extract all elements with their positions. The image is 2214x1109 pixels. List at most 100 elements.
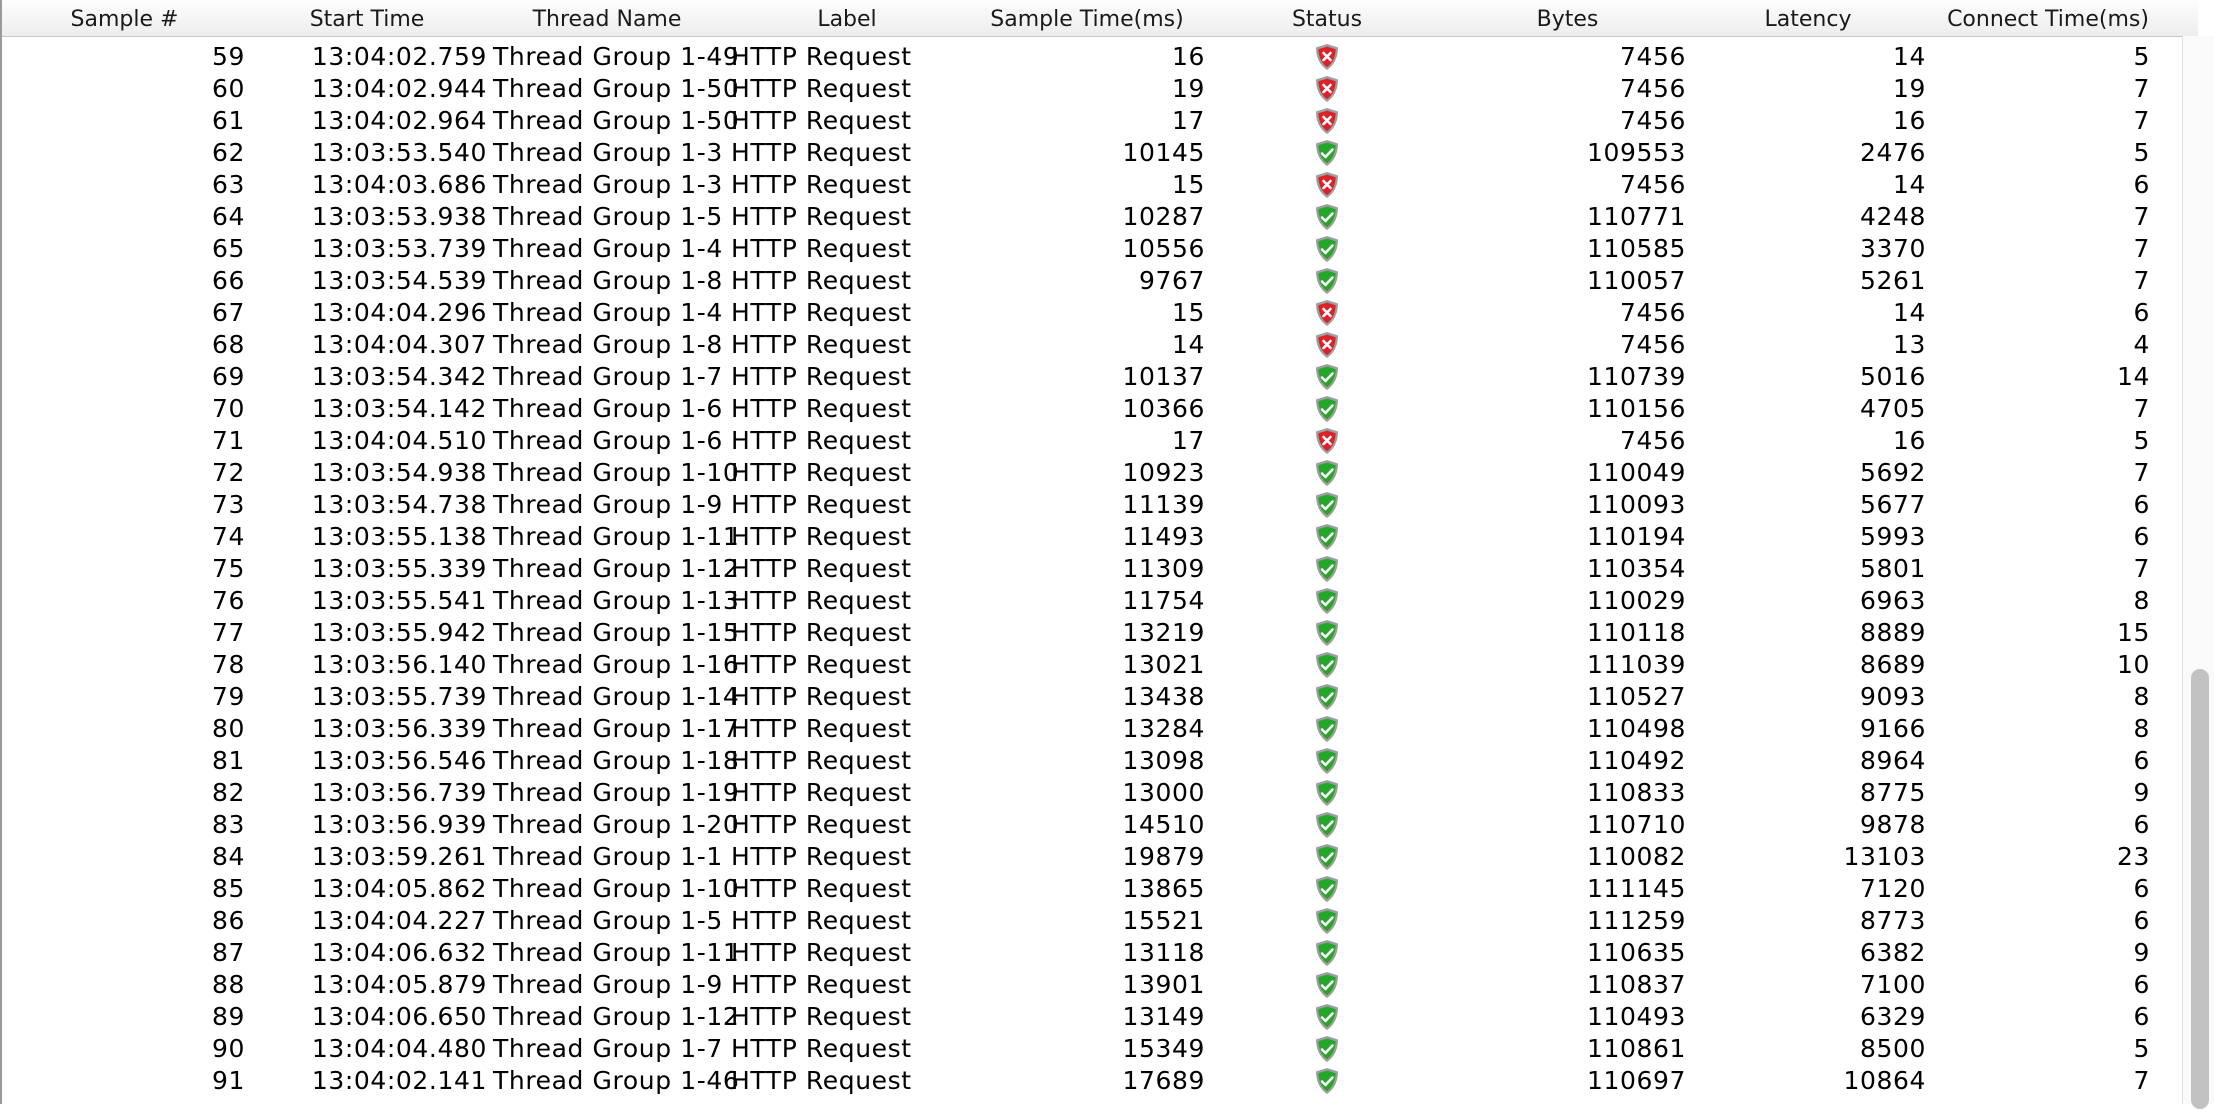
table-row[interactable]: 67 13:04:04.296 Thread Group 1-4 HTTP Reque… xyxy=(2,297,2182,329)
success-shield-icon xyxy=(1314,363,1340,391)
status-cell xyxy=(1207,841,1447,873)
label-cell: HTTP Request xyxy=(731,42,912,71)
table-row[interactable]: 70 13:03:54.142 Thread Group 1-6 HTTP Reque… xyxy=(2,393,2182,425)
table-row[interactable]: 59 13:04:02.759 Thread Group 1-49 HTTP Requ… xyxy=(2,41,2182,73)
table-row[interactable]: 87 13:04:06.632 Thread Group 1-11 HTTP Requ… xyxy=(2,937,2182,969)
status-cell xyxy=(1207,777,1447,809)
scrollbar-thumb[interactable] xyxy=(2191,669,2209,1109)
table-row[interactable]: 76 13:03:55.541 Thread Group 1-13 HTTP Requ… xyxy=(2,585,2182,617)
sample-time-cell: 15 xyxy=(1171,170,1205,199)
column-header-sample[interactable]: Sample # xyxy=(2,0,247,36)
sample-time-cell: 10923 xyxy=(1122,458,1205,487)
status-cell xyxy=(1207,585,1447,617)
table-row[interactable]: 89 13:04:06.650 Thread Group 1-12 HTTP Requ… xyxy=(2,1001,2182,1033)
connect-time-cell: 7 xyxy=(2133,202,2150,231)
table-row[interactable]: 88 13:04:05.879 Thread Group 1-9 HTTP Reque… xyxy=(2,969,2182,1001)
label-cell: HTTP Request xyxy=(731,1066,912,1095)
column-header-status[interactable]: Status xyxy=(1207,0,1447,36)
sample-number-cell: 91 xyxy=(211,1066,245,1095)
table-row[interactable]: 91 13:04:02.141 Thread Group 1-46 HTTP Requ… xyxy=(2,1065,2182,1097)
table-row[interactable]: 63 13:04:03.686 Thread Group 1-3 HTTP Reque… xyxy=(2,169,2182,201)
table-row[interactable]: 73 13:03:54.738 Thread Group 1-9 HTTP Reque… xyxy=(2,489,2182,521)
sample-number-cell: 85 xyxy=(211,874,245,903)
column-header-connect-time[interactable]: Connect Time(ms) xyxy=(1928,0,2168,36)
status-cell xyxy=(1207,1001,1447,1033)
table-row[interactable]: 60 13:04:02.944 Thread Group 1-50 HTTP Requ… xyxy=(2,73,2182,105)
status-cell xyxy=(1207,553,1447,585)
bytes-cell: 110057 xyxy=(1586,266,1686,295)
start-time-cell: 13:03:55.339 xyxy=(311,554,487,583)
label-cell: HTTP Request xyxy=(731,682,912,711)
latency-cell: 16 xyxy=(1892,106,1926,135)
table-row[interactable]: 83 13:03:56.939 Thread Group 1-20 HTTP Requ… xyxy=(2,809,2182,841)
table-row[interactable]: 68 13:04:04.307 Thread Group 1-8 HTTP Reque… xyxy=(2,329,2182,361)
connect-time-cell: 10 xyxy=(2116,650,2150,679)
label-cell: HTTP Request xyxy=(731,746,912,775)
table-row[interactable]: 71 13:04:04.510 Thread Group 1-6 HTTP Reque… xyxy=(2,425,2182,457)
bytes-cell: 110710 xyxy=(1586,810,1686,839)
latency-cell: 16 xyxy=(1892,426,1926,455)
start-time-cell: 13:03:53.739 xyxy=(311,234,487,263)
label-cell: HTTP Request xyxy=(731,298,912,327)
table-row[interactable]: 64 13:03:53.938 Thread Group 1-5 HTTP Reque… xyxy=(2,201,2182,233)
sample-time-cell: 10145 xyxy=(1122,138,1205,167)
column-header-thread-name[interactable]: Thread Name xyxy=(487,0,727,36)
thread-name-cell: Thread Group 1-12 xyxy=(493,1002,740,1031)
table-row[interactable]: 80 13:03:56.339 Thread Group 1-17 HTTP Requ… xyxy=(2,713,2182,745)
connect-time-cell: 8 xyxy=(2133,682,2150,711)
latency-cell: 6963 xyxy=(1859,586,1926,615)
success-shield-icon xyxy=(1314,683,1340,711)
label-cell: HTTP Request xyxy=(731,74,912,103)
table-row[interactable]: 77 13:03:55.942 Thread Group 1-15 HTTP Requ… xyxy=(2,617,2182,649)
table-row[interactable]: 79 13:03:55.739 Thread Group 1-14 HTTP Requ… xyxy=(2,681,2182,713)
table-row[interactable]: 81 13:03:56.546 Thread Group 1-18 HTTP Requ… xyxy=(2,745,2182,777)
column-header-sample-time[interactable]: Sample Time(ms) xyxy=(967,0,1207,36)
column-header-start-time[interactable]: Start Time xyxy=(247,0,487,36)
success-shield-icon xyxy=(1314,235,1340,263)
label-cell: HTTP Request xyxy=(731,362,912,391)
table-row[interactable]: 69 13:03:54.342 Thread Group 1-7 HTTP Reque… xyxy=(2,361,2182,393)
thread-name-cell: Thread Group 1-18 xyxy=(493,746,740,775)
label-cell: HTTP Request xyxy=(731,970,912,999)
bytes-cell: 110082 xyxy=(1586,842,1686,871)
sample-number-cell: 68 xyxy=(211,330,245,359)
start-time-cell: 13:03:56.546 xyxy=(311,746,487,775)
table-row[interactable]: 86 13:04:04.227 Thread Group 1-5 HTTP Reque… xyxy=(2,905,2182,937)
error-shield-icon xyxy=(1314,107,1340,135)
table-row[interactable]: 75 13:03:55.339 Thread Group 1-12 HTTP Requ… xyxy=(2,553,2182,585)
thread-name-cell: Thread Group 1-50 xyxy=(493,106,740,135)
sample-time-cell: 13000 xyxy=(1122,778,1205,807)
table-row[interactable]: 82 13:03:56.739 Thread Group 1-19 HTTP Requ… xyxy=(2,777,2182,809)
table-row[interactable]: 65 13:03:53.739 Thread Group 1-4 HTTP Reque… xyxy=(2,233,2182,265)
table-row[interactable]: 72 13:03:54.938 Thread Group 1-10 HTTP Requ… xyxy=(2,457,2182,489)
column-header-label[interactable]: Label xyxy=(727,0,967,36)
table-row[interactable]: 84 13:03:59.261 Thread Group 1-1 HTTP Reque… xyxy=(2,841,2182,873)
table-row[interactable]: 90 13:04:04.480 Thread Group 1-7 HTTP Reque… xyxy=(2,1033,2182,1065)
table-row[interactable]: 74 13:03:55.138 Thread Group 1-11 HTTP Requ… xyxy=(2,521,2182,553)
table-row[interactable]: 66 13:03:54.539 Thread Group 1-8 HTTP Reque… xyxy=(2,265,2182,297)
sample-number-cell: 72 xyxy=(211,458,245,487)
latency-cell: 5993 xyxy=(1859,522,1926,551)
start-time-cell: 13:03:54.342 xyxy=(311,362,487,391)
connect-time-cell: 4 xyxy=(2133,330,2150,359)
latency-cell: 4705 xyxy=(1859,394,1926,423)
label-cell: HTTP Request xyxy=(731,458,912,487)
sample-number-cell: 70 xyxy=(211,394,245,423)
sample-time-cell: 19 xyxy=(1171,74,1205,103)
column-header-bytes[interactable]: Bytes xyxy=(1447,0,1688,36)
latency-cell: 14 xyxy=(1892,298,1926,327)
latency-cell: 9166 xyxy=(1859,714,1926,743)
table-row[interactable]: 85 13:04:05.862 Thread Group 1-10 HTTP Requ… xyxy=(2,873,2182,905)
table-row[interactable]: 62 13:03:53.540 Thread Group 1-3 HTTP Reque… xyxy=(2,137,2182,169)
vertical-scrollbar[interactable] xyxy=(2182,36,2214,1109)
column-header-latency[interactable]: Latency xyxy=(1688,0,1928,36)
sample-time-cell: 17689 xyxy=(1122,1066,1205,1095)
sample-time-cell: 13098 xyxy=(1122,746,1205,775)
start-time-cell: 13:03:53.938 xyxy=(311,202,487,231)
sample-number-cell: 83 xyxy=(211,810,245,839)
table-row[interactable]: 78 13:03:56.140 Thread Group 1-16 HTTP Requ… xyxy=(2,649,2182,681)
connect-time-cell: 7 xyxy=(2133,1066,2150,1095)
connect-time-cell: 7 xyxy=(2133,234,2150,263)
start-time-cell: 13:04:04.227 xyxy=(311,906,487,935)
table-row[interactable]: 61 13:04:02.964 Thread Group 1-50 HTTP Requ… xyxy=(2,105,2182,137)
